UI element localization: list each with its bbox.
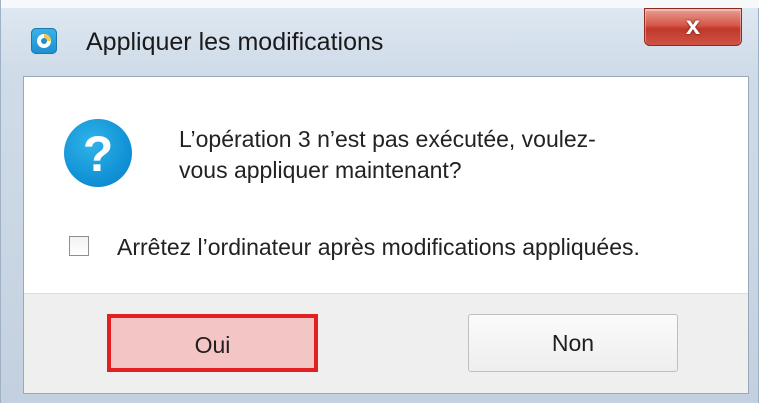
close-icon: x (685, 10, 701, 40)
window-top-edge (1, 0, 759, 8)
yes-button[interactable]: Oui (107, 314, 318, 372)
window-title: Appliquer les modifications (86, 28, 384, 56)
button-bar: Oui Non (24, 293, 748, 393)
dialog-window: Appliquer les modifications x ? L’opérat… (0, 0, 759, 403)
no-button[interactable]: Non (468, 314, 678, 372)
dialog-message: L’opération 3 n’est pas exécutée, voulez… (179, 124, 699, 186)
dialog-content: ? L’opération 3 n’est pas exécutée, voul… (24, 77, 748, 293)
message-line-1: L’opération 3 n’est pas exécutée, voulez… (179, 126, 596, 152)
close-button[interactable]: x (644, 8, 742, 46)
dialog-client-area: ? L’opération 3 n’est pas exécutée, voul… (23, 76, 749, 394)
message-line-2: vous appliquer maintenant? (179, 157, 462, 183)
shutdown-checkbox-label[interactable]: Arrêtez l’ordinateur après modifications… (117, 234, 640, 261)
app-icon (31, 28, 57, 54)
shutdown-checkbox[interactable] (69, 236, 89, 256)
question-icon: ? (64, 119, 132, 187)
question-glyph: ? (82, 126, 114, 182)
